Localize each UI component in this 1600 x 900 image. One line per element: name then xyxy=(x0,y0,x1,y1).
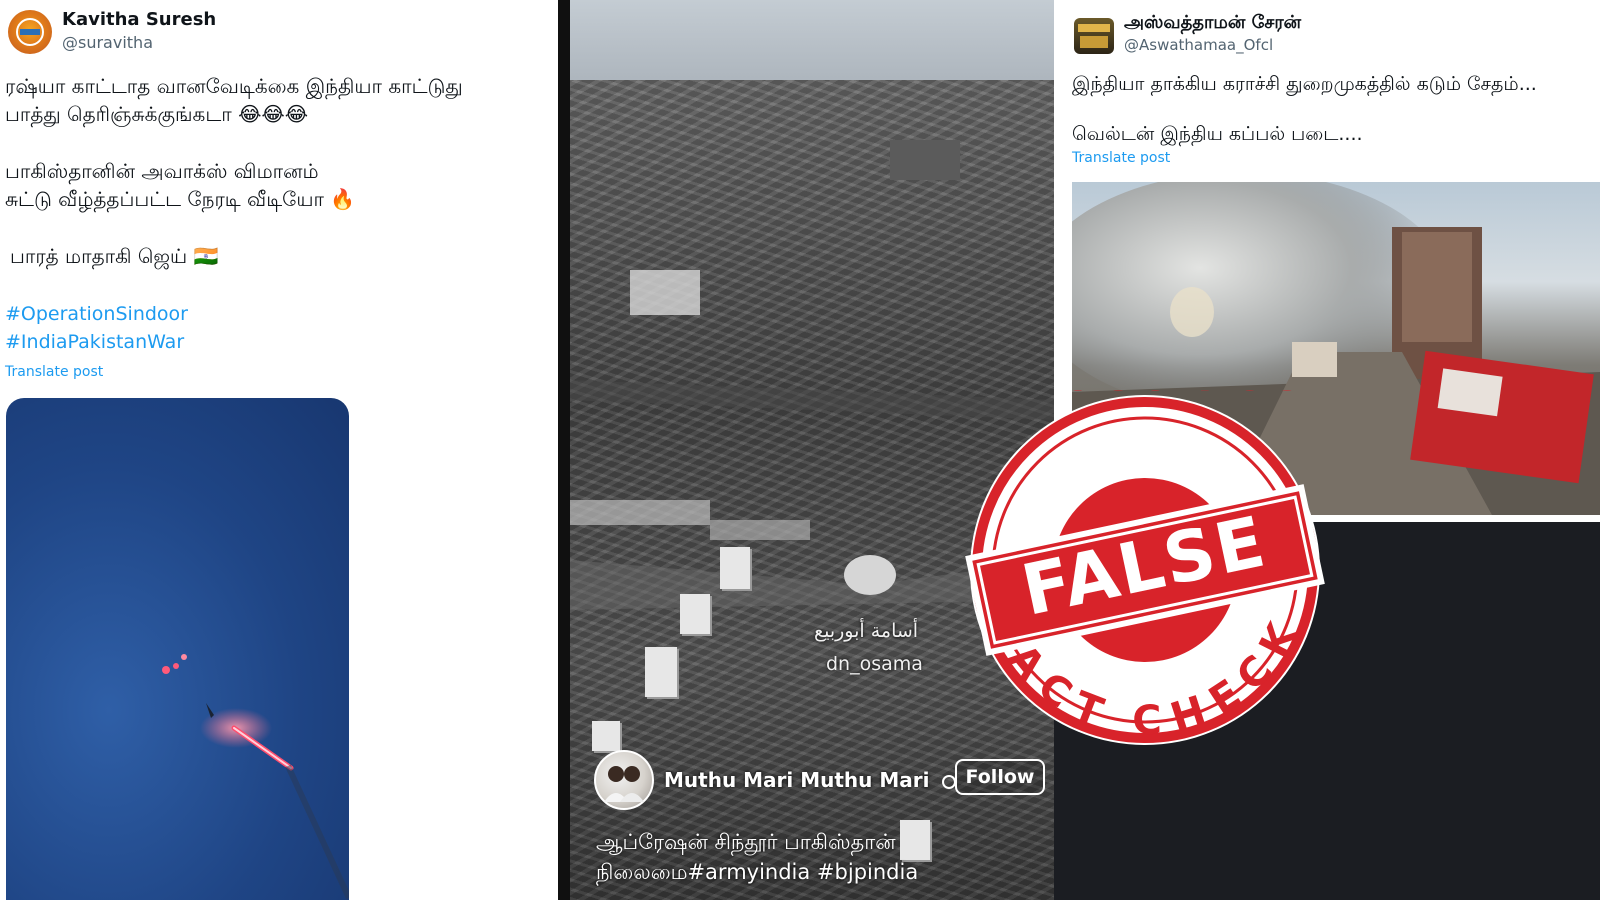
author-name[interactable]: அஸ்வத்தாமன் சேரன் xyxy=(1124,12,1301,35)
tweet-line-2: பாத்து தெரிஞ்சுக்குங்கடா 😂😂😂 xyxy=(5,102,309,126)
video-caption-line-1: ஆப்ரேஷன் சிந்தூர் பாகிஸ்தான் xyxy=(596,830,896,854)
rubble-block-1 xyxy=(720,547,750,589)
tweet-line-1: ரஷ்யா காட்டாத வானவேடிக்கை இந்தியா காட்டு… xyxy=(5,74,463,98)
kavitha-avatar[interactable] xyxy=(8,10,52,54)
stamp-top-text: TELUGU POST xyxy=(965,390,1325,400)
missile-trail-icon xyxy=(162,654,349,900)
page-avatar[interactable] xyxy=(594,750,654,810)
tweet-line-3: பாகிஸ்தானின் அவாக்ஸ் விமானம் xyxy=(5,159,319,183)
panel-divider xyxy=(558,0,570,900)
avatar-emblem-icon xyxy=(1078,24,1110,48)
video-caption-line-2: நிலைமை#armyindia #bjpindia xyxy=(596,860,919,884)
false-fact-check-stamp: TELUGU POST FACT CHECK FALSE xyxy=(965,390,1325,745)
left-tweet-panel: Kavitha Suresh @suravitha ரஷ்யா காட்டாத … xyxy=(0,0,558,900)
tweet-line-5: பாரத் மாதாகி ஜெய் 🇮🇳 xyxy=(10,244,219,268)
rubble-block-5 xyxy=(900,820,930,860)
watermark-handle: dn_osama xyxy=(826,653,923,675)
translate-post-link[interactable]: Translate post xyxy=(1072,150,1170,166)
hashtag-operation-sindoor[interactable]: #OperationSindoor xyxy=(5,303,188,325)
translate-post-link[interactable]: Translate post xyxy=(5,364,103,380)
tweet-line-4: சுட்டு வீழ்த்தப்பட்ட நேரடி வீடியோ 🔥 xyxy=(5,187,356,211)
page-name-text[interactable]: Muthu Mari Muthu Mari xyxy=(664,768,929,792)
aswathamaa-avatar[interactable] xyxy=(1074,18,1114,54)
page-avatar-people-icon xyxy=(604,766,644,802)
author-name[interactable]: Kavitha Suresh xyxy=(62,9,216,30)
rubble-block-4 xyxy=(592,721,620,751)
tweet-line-2: வெல்டன் இந்திய கப்பல் படை.... xyxy=(1072,123,1363,145)
watermark-arabic: أسامة أبوربيع xyxy=(814,620,919,642)
hashtag-india-pakistan-war[interactable]: #IndiaPakistanWar xyxy=(5,331,184,353)
missile-video-thumbnail[interactable] xyxy=(6,398,349,900)
rubble-block-3 xyxy=(645,647,677,697)
rubble-block-2 xyxy=(680,594,710,634)
author-handle[interactable]: @Aswathamaa_Ofcl xyxy=(1124,36,1273,54)
tweet-line-1: இந்தியா தாக்கிய கராச்சி துறைமுகத்தில் கட… xyxy=(1072,73,1537,95)
avatar-logo-icon xyxy=(16,18,44,46)
author-handle[interactable]: @suravitha xyxy=(62,33,153,52)
follow-button[interactable]: Follow xyxy=(955,759,1045,795)
page-name[interactable]: Muthu Mari Muthu Mari xyxy=(664,768,957,792)
